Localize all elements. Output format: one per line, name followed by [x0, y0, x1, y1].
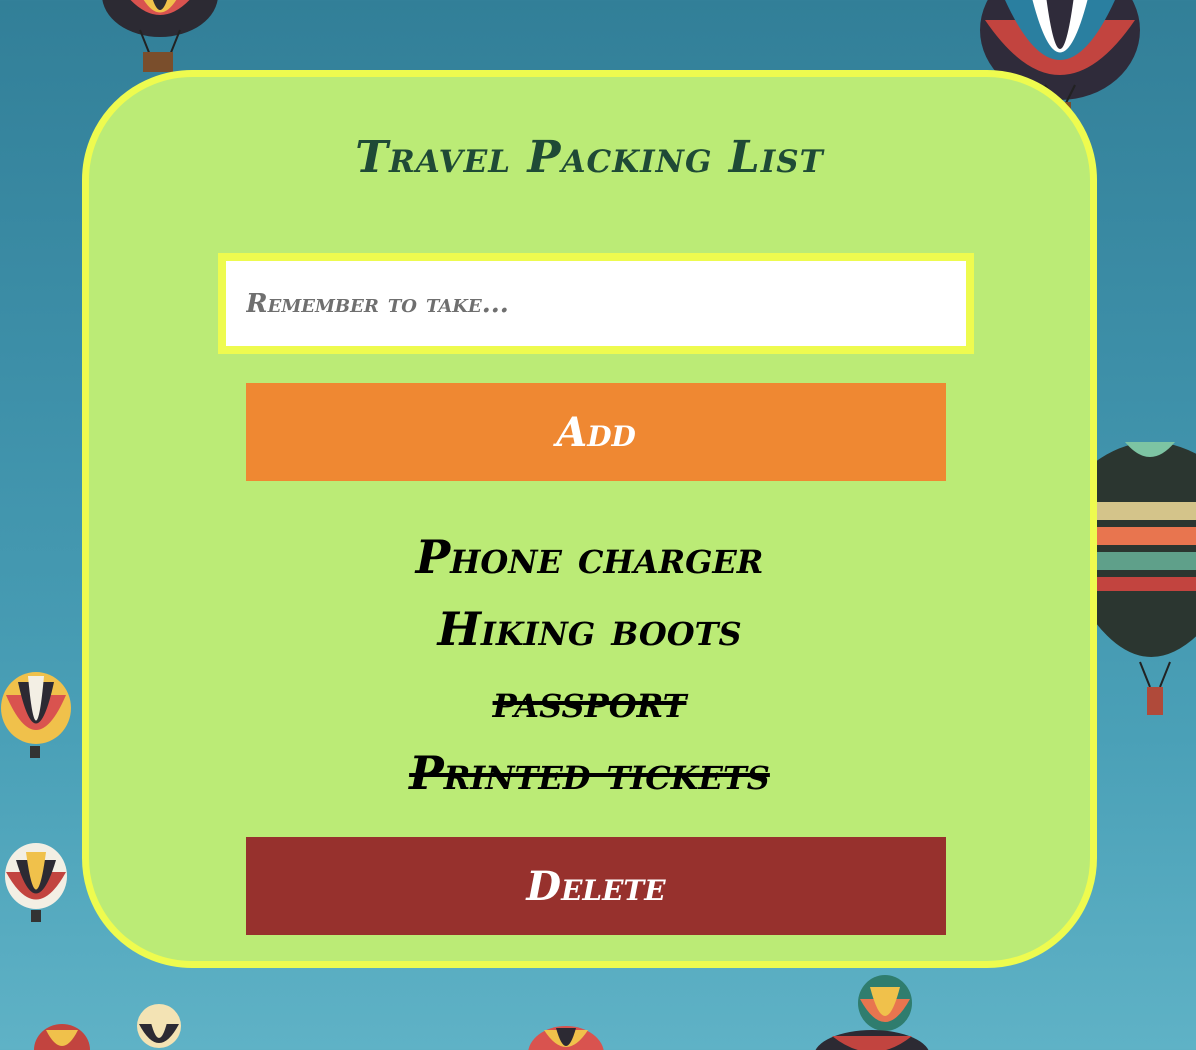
page-title: Travel Packing List [355, 132, 824, 183]
hot-air-balloon-icon [95, 0, 225, 75]
list-item[interactable]: passport [89, 665, 1090, 737]
item-input-wrapper [218, 253, 974, 354]
hot-air-balloon-icon [32, 1022, 92, 1050]
list-item[interactable]: Phone charger [89, 521, 1090, 593]
packing-list: Phone charger Hiking boots passport Prin… [89, 521, 1090, 809]
hot-air-balloon-icon [526, 1024, 606, 1050]
hot-air-balloon-icon [2, 842, 72, 927]
hot-air-balloon-icon [1085, 432, 1196, 722]
packing-list-card: Travel Packing List Add Phone charger Hi… [82, 70, 1097, 968]
hot-air-balloon-icon [135, 1002, 183, 1050]
hot-air-balloon-icon [856, 975, 914, 1035]
hot-air-balloon-icon [0, 670, 75, 765]
delete-button[interactable]: Delete [246, 837, 946, 935]
hot-air-balloon-icon [812, 1028, 932, 1050]
add-button[interactable]: Add [246, 383, 946, 481]
list-item[interactable]: Printed tickets [89, 737, 1090, 809]
item-input[interactable] [226, 261, 966, 346]
list-item[interactable]: Hiking boots [89, 593, 1090, 665]
